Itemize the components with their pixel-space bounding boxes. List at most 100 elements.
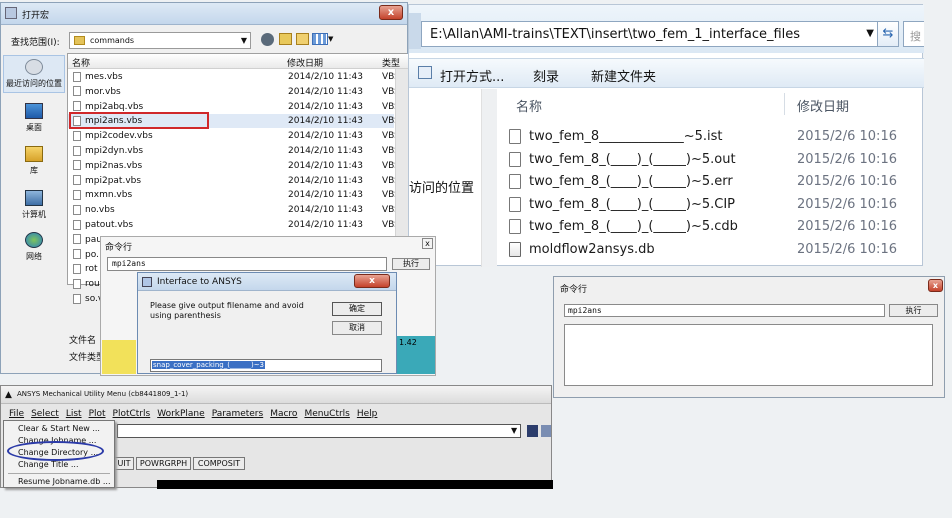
places-item[interactable]: 最近访问的位置	[3, 55, 65, 93]
explorer-col-date[interactable]: 修改日期	[797, 96, 849, 115]
explorer-file-row[interactable]: two_fem_8_(____)_(_____)~5.CIP 2015/2/6 1…	[509, 195, 919, 215]
up-folder-icon[interactable]	[279, 33, 292, 45]
open-with-icon	[418, 66, 432, 79]
file-name: mor.vbs	[85, 86, 121, 97]
explorer-address-bar[interactable]: E:\Allan\AMI-trains\TEXT\insert\two_fem_…	[421, 21, 879, 47]
close-icon[interactable]: x	[928, 279, 943, 292]
explorer-file-row[interactable]: two_fem_8_(____)_(_____)~5.out 2015/2/6 1…	[509, 150, 919, 170]
ansys-toolbar-button[interactable]: POWRGRPH	[136, 457, 191, 470]
places-item[interactable]: 库	[3, 143, 65, 176]
file-date: 2014/2/10 11:43	[288, 205, 363, 216]
close-icon[interactable]: x	[422, 238, 433, 249]
new-folder-button[interactable]: 新建文件夹	[591, 66, 656, 85]
ok-label: 确定	[349, 304, 365, 313]
open-with-button[interactable]: 打开方式...	[440, 66, 504, 85]
ok-button[interactable]: 确定	[332, 302, 382, 316]
col-type-header[interactable]: 类型	[382, 56, 400, 69]
file-menu-item-label: Change Title ...	[18, 460, 79, 469]
file-menu-item[interactable]: Resume Jobname.db ...	[18, 477, 111, 486]
refresh-button[interactable]: ⇆	[877, 21, 899, 47]
chevron-down-icon[interactable]: ▼	[241, 36, 247, 45]
menu-list[interactable]: List	[66, 409, 82, 419]
cancel-button[interactable]: 取消	[332, 321, 382, 335]
file-row[interactable]: mxmn.vbs 2014/2/10 11:43 VBS	[68, 188, 400, 202]
file-menu-item[interactable]: Clear & Start New ...	[18, 424, 100, 433]
file-name: mpi2abq.vbs	[85, 101, 144, 112]
cmd-small-input[interactable]: mpi2ans	[107, 257, 387, 271]
file-name: rot	[85, 264, 98, 275]
document-icon	[509, 196, 521, 212]
file-row-partial[interactable]: po.	[68, 248, 99, 262]
cmd-large-run-button[interactable]: 执行	[889, 304, 938, 317]
file-date: 2014/2/10 11:43	[288, 160, 363, 171]
file-row-partial[interactable]: pau	[68, 233, 102, 247]
chevron-down-icon[interactable]: ▼	[866, 28, 874, 39]
output-filename-input[interactable]: snap_cover_packing_(______)~3	[150, 359, 382, 372]
file-row-partial[interactable]: rot	[68, 262, 98, 276]
file-row[interactable]: mpi2pat.vbs 2014/2/10 11:43 VBS	[68, 174, 400, 188]
explorer-search-box[interactable]: 搜	[903, 21, 924, 47]
explorer-file-row[interactable]: moldflow2ansys.db 2015/2/6 10:16	[509, 240, 919, 260]
explorer-file-row[interactable]: two_fem_8_(____)_(_____)~5.cdb 2015/2/6 1…	[509, 217, 919, 237]
explorer-file-name: moldflow2ansys.db	[529, 242, 655, 257]
column-divider[interactable]	[784, 93, 785, 115]
file-menu-item[interactable]: Change Title ...	[18, 460, 79, 469]
file-row[interactable]: mpi2nas.vbs 2014/2/10 11:43 VBS	[68, 159, 400, 173]
menu-select[interactable]: Select	[31, 409, 59, 419]
close-icon[interactable]: x	[379, 5, 403, 20]
close-icon[interactable]: x	[354, 274, 390, 288]
highlight-box	[69, 112, 209, 129]
new-folder-icon[interactable]	[296, 33, 309, 45]
menu-workplane[interactable]: WorkPlane	[157, 409, 204, 419]
menu-file[interactable]: File	[9, 409, 24, 419]
teal-bg-band-right: 1.42	[397, 336, 435, 374]
command-arrow-icon[interactable]	[527, 425, 538, 437]
explorer-file-row[interactable]: two_fem_8_(____)_(_____)~5.err 2015/2/6 1…	[509, 172, 919, 192]
file-row-partial[interactable]: rou	[68, 277, 100, 291]
back-icon[interactable]	[261, 33, 274, 46]
menu-menuctrls[interactable]: MenuCtrls	[304, 409, 349, 419]
pick-icon[interactable]	[541, 425, 551, 437]
cmd-large-window: 命令行 x mpi2ans 执行	[553, 276, 945, 398]
col-date-header[interactable]: 修改日期	[287, 56, 323, 69]
ansys-toolbar-button[interactable]: UIT	[114, 457, 134, 470]
lookin-select[interactable]: commands ▼	[69, 32, 251, 49]
file-row[interactable]: mes.vbs 2014/2/10 11:43 VBS	[68, 70, 400, 84]
menu-plotctrls[interactable]: PlotCtrls	[113, 409, 151, 419]
col-name-header[interactable]: 名称	[72, 56, 90, 69]
view-menu-icon[interactable]	[312, 33, 328, 45]
vbs-file-icon	[73, 293, 81, 304]
menu-parameters[interactable]: Parameters	[212, 409, 264, 419]
explorer-file-row[interactable]: two_fem_8_____________~5.ist 2015/2/6 10:…	[509, 127, 919, 147]
output-filename-value: snap_cover_packing_(______)~3	[152, 361, 266, 369]
file-date: 2014/2/10 11:43	[288, 146, 363, 156]
explorer-file-date: 2015/2/6 10:16	[797, 129, 897, 144]
file-row[interactable]: no.vbs 2014/2/10 11:43 VBS	[68, 203, 400, 217]
menu-help[interactable]: Help	[357, 409, 378, 419]
file-name: mpi2pat.vbs	[85, 175, 142, 186]
explorer-col-name[interactable]: 名称	[516, 96, 542, 115]
burn-button[interactable]: 刻录	[533, 66, 559, 85]
menu-plot[interactable]: Plot	[89, 409, 106, 419]
file-row[interactable]: mor.vbs 2014/2/10 11:43 VBS	[68, 85, 400, 99]
file-row[interactable]: mpi2dyn.vbs 2014/2/10 11:43 VBS	[68, 144, 400, 158]
cmd-large-input[interactable]: mpi2ans	[564, 304, 885, 317]
places-label: 网络	[26, 252, 42, 261]
places-item[interactable]: 网络	[3, 229, 65, 262]
cmd-small-run-button[interactable]: 执行	[392, 258, 430, 270]
file-date: 2014/2/10 11:43	[288, 131, 363, 142]
menu-macro[interactable]: Macro	[270, 409, 297, 419]
chevron-down-icon[interactable]: ▼	[328, 35, 333, 43]
explorer-file-name: two_fem_8_(____)_(_____)~5.cdb	[529, 219, 738, 235]
file-row[interactable]: patout.vbs 2014/2/10 11:43 VBS	[68, 218, 400, 232]
places-item[interactable]: 桌面	[3, 100, 65, 133]
places-item[interactable]: 计算机	[3, 187, 65, 220]
file-row-partial[interactable]: so.v	[68, 292, 103, 306]
file-row[interactable]: mpi2codev.vbs 2014/2/10 11:43 VBS	[68, 129, 400, 143]
ansys-command-input[interactable]	[117, 424, 521, 438]
nav-pane-scrollbar[interactable]	[481, 89, 497, 267]
ansys-toolbar-button[interactable]: COMPOSIT	[193, 457, 245, 470]
chevron-down-icon[interactable]: ▼	[511, 426, 517, 435]
file-name: mpi2dyn.vbs	[85, 146, 144, 156]
cmd-large-output[interactable]	[564, 324, 933, 386]
